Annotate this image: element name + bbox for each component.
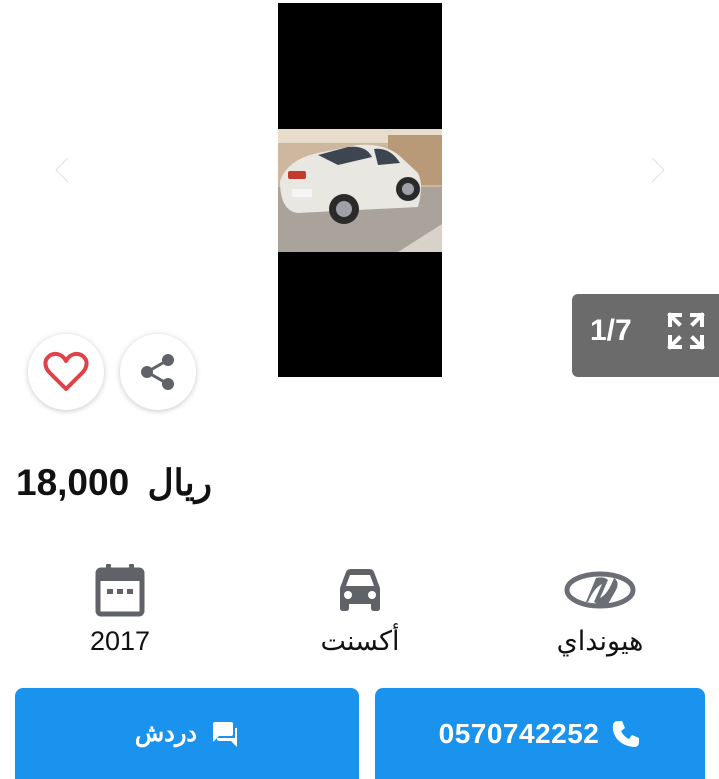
chevron-right-icon (649, 155, 667, 185)
image-counter-bar: 1/7 (572, 294, 719, 377)
spec-model-label: أكسنت (320, 626, 400, 656)
hyundai-logo (564, 571, 636, 609)
call-button-label: 0570742252 (438, 717, 600, 749)
chevron-left-icon (53, 155, 71, 185)
calendar-icon (95, 564, 145, 617)
listing-price: ريال 18,000 (16, 462, 212, 504)
next-image-button[interactable] (640, 150, 676, 190)
phone-icon (613, 720, 640, 747)
price-value: 18,000 (16, 462, 130, 503)
spec-make-label: هيونداي (556, 626, 644, 656)
listing-photo-frame[interactable] (278, 3, 442, 377)
fullscreen-icon[interactable] (666, 311, 706, 351)
call-button[interactable]: 0570742252 (375, 688, 705, 779)
previous-image-button[interactable] (44, 150, 80, 190)
spec-year-label: 2017 (89, 626, 151, 656)
image-gallery[interactable]: 1/7 (0, 0, 719, 380)
favorite-button[interactable] (28, 334, 104, 410)
car-photo (278, 129, 442, 252)
spec-model: أكسنت (280, 560, 440, 657)
spec-make: هيونداي (520, 560, 680, 657)
chat-button[interactable]: دردش (15, 688, 359, 779)
heart-icon (43, 351, 89, 391)
price-currency: ريال (147, 462, 212, 503)
chat-icon (213, 721, 238, 747)
car-icon (340, 569, 380, 611)
spec-year: 2017 (40, 560, 200, 657)
chat-button-label: دردش (134, 720, 198, 747)
image-counter: 1/7 (590, 314, 632, 347)
share-icon (141, 354, 174, 390)
share-button[interactable] (120, 334, 196, 410)
